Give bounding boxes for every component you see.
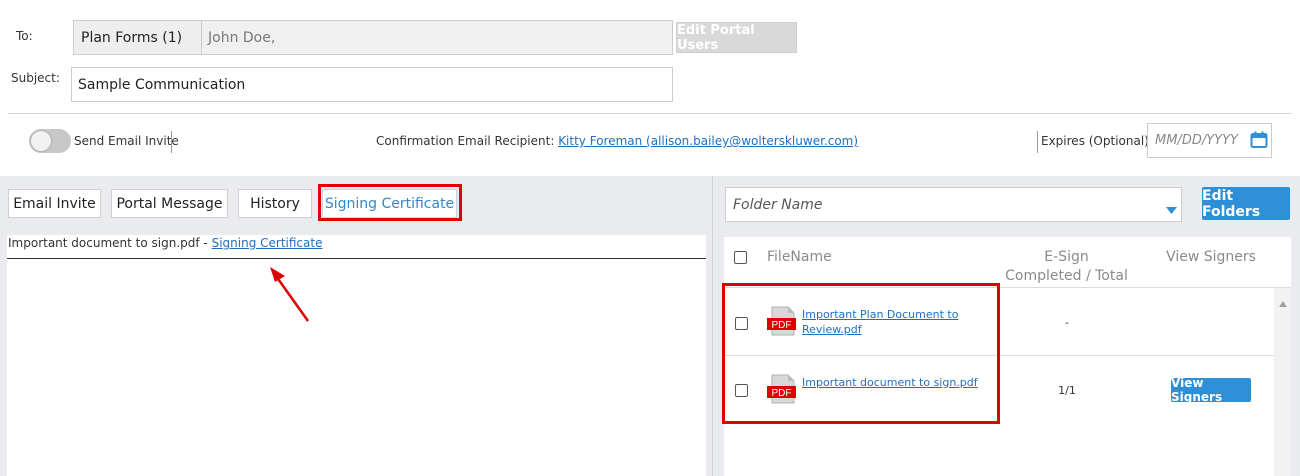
- to-recipients-field[interactable]: John Doe,: [201, 20, 673, 55]
- column-header-filename[interactable]: FileName: [767, 248, 832, 267]
- column-header-view-signers: View Signers: [1166, 249, 1256, 265]
- scroll-up-arrow-icon[interactable]: [1279, 292, 1287, 307]
- calendar-icon[interactable]: [1250, 131, 1268, 149]
- certificate-entry-underline: [7, 258, 706, 259]
- select-all-checkbox[interactable]: [734, 251, 747, 264]
- tab-email-invite[interactable]: Email Invite: [8, 189, 101, 218]
- column-header-esign-line2: Completed / Total: [1005, 268, 1128, 284]
- subject-input[interactable]: Sample Communication: [71, 67, 673, 102]
- send-email-invite-toggle[interactable]: [29, 129, 71, 153]
- options-separator-1: [171, 131, 172, 153]
- edit-portal-users-button[interactable]: Edit Portal Users: [676, 22, 797, 53]
- signing-certificate-panel: [7, 235, 706, 476]
- esign-count: -: [1065, 316, 1069, 329]
- certificate-entry: Important document to sign.pdf - Signing…: [8, 236, 322, 250]
- toggle-knob: [31, 131, 51, 151]
- tab-history[interactable]: History: [238, 189, 312, 218]
- document-name: Important document to sign.pdf -: [8, 236, 212, 250]
- signing-certificate-highlight: [318, 184, 462, 221]
- files-highlight: [722, 283, 1000, 424]
- tab-portal-message[interactable]: Portal Message: [111, 189, 228, 218]
- subject-label: Subject:: [11, 71, 60, 85]
- options-separator-2: [1037, 131, 1038, 153]
- column-header-esign-line1: E-Sign: [1044, 249, 1089, 265]
- signing-certificate-link[interactable]: Signing Certificate: [212, 236, 323, 250]
- panel-divider: [712, 176, 713, 476]
- confirmation-label-text: Confirmation Email Recipient:: [376, 134, 555, 148]
- esign-count: 1/1: [1058, 384, 1076, 397]
- edit-folders-button[interactable]: Edit Folders: [1202, 187, 1290, 220]
- send-email-invite-label: Send Email Invite: [74, 134, 179, 148]
- annotation-arrow: [266, 264, 314, 326]
- table-scrollbar[interactable]: [1274, 288, 1291, 476]
- expires-label: Expires (Optional):: [1041, 134, 1153, 148]
- confirmation-recipient-link[interactable]: Kitty Foreman (allison.bailey@woltersklu…: [558, 134, 858, 148]
- view-signers-button[interactable]: View Signers: [1171, 376, 1251, 404]
- to-group-field[interactable]: Plan Forms (1): [73, 20, 202, 55]
- column-header-esign: E-Sign Completed / Total: [994, 248, 1139, 286]
- chevron-down-icon[interactable]: [1166, 200, 1177, 214]
- to-label: To:: [16, 29, 33, 43]
- folder-name-select[interactable]: Folder Name: [725, 187, 1182, 222]
- header-divider: [8, 113, 1292, 114]
- confirmation-label: Confirmation Email Recipient: Kitty Fore…: [376, 134, 858, 148]
